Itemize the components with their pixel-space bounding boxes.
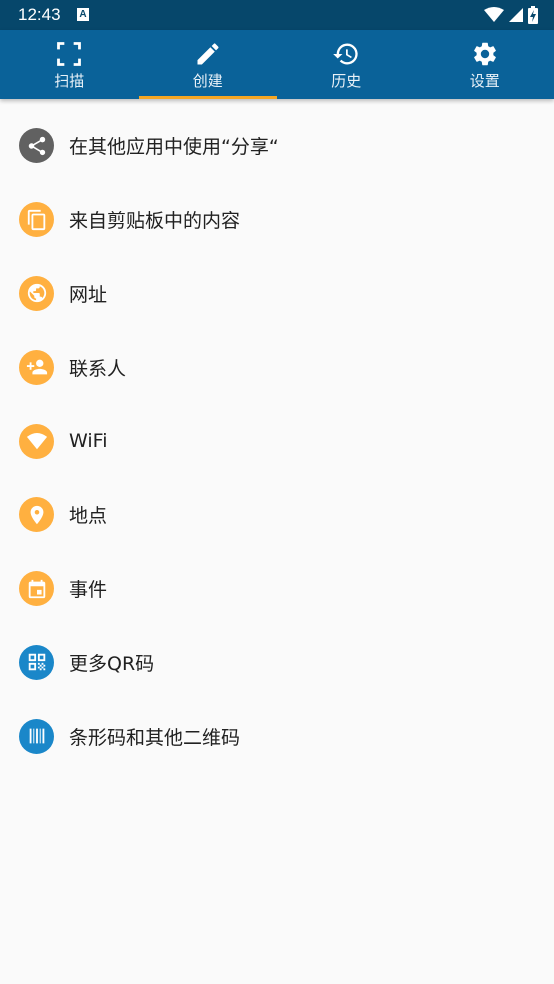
- history-icon: [333, 43, 358, 65]
- create-options-list: 在其他应用中使用“分享“ 来自剪贴板中的内容 网址 联系人 WiFi 地点 事件…: [0, 99, 554, 773]
- globe-icon: [19, 275, 54, 311]
- list-item-wifi[interactable]: WiFi: [0, 404, 554, 478]
- pencil-icon: [197, 43, 219, 65]
- list-item-barcode[interactable]: 条形码和其他二维码: [0, 699, 554, 773]
- tab-scan-label: 扫描: [54, 72, 85, 90]
- gear-icon: [473, 42, 496, 66]
- list-item-more-qr[interactable]: 更多QR码: [0, 626, 554, 700]
- wifi-icon: [19, 423, 54, 459]
- status-bar: 12:43 A: [0, 0, 554, 30]
- status-icons: [484, 6, 538, 24]
- tab-settings-label: 设置: [469, 72, 500, 90]
- list-item-contact[interactable]: 联系人: [0, 330, 554, 404]
- tab-create-label: 创建: [192, 72, 223, 90]
- wifi-signal-icon: [484, 7, 504, 22]
- list-item-label: 地点: [69, 505, 108, 528]
- scan-frame-icon: [57, 42, 82, 66]
- location-pin-icon: [19, 497, 54, 533]
- calendar-icon: [19, 571, 54, 607]
- list-item-share[interactable]: 在其他应用中使用“分享“: [0, 109, 554, 183]
- list-item-label: 网址: [69, 283, 108, 306]
- list-item-label: WiFi: [69, 430, 108, 453]
- share-icon: [19, 128, 54, 164]
- tab-scan[interactable]: 扫描: [0, 30, 139, 99]
- tab-settings[interactable]: 设置: [416, 30, 554, 99]
- tab-history[interactable]: 历史: [277, 30, 416, 99]
- list-item-label: 联系人: [69, 357, 127, 380]
- add-contact-icon: [19, 349, 54, 385]
- list-item-url[interactable]: 网址: [0, 257, 554, 331]
- cell-signal-icon: [509, 8, 523, 22]
- list-item-label: 在其他应用中使用“分享“: [69, 136, 279, 159]
- list-item-label: 更多QR码: [69, 652, 155, 675]
- list-item-location[interactable]: 地点: [0, 478, 554, 552]
- qr-code-icon: [19, 644, 54, 680]
- tab-create[interactable]: 创建: [138, 30, 277, 99]
- list-item-label: 事件: [69, 579, 108, 602]
- battery-icon: [528, 6, 538, 24]
- list-item-label: 条形码和其他二维码: [69, 726, 241, 749]
- tab-bar: 扫描 创建 历史 设置: [0, 30, 554, 99]
- clipboard-icon: [19, 202, 54, 238]
- tab-history-label: 历史: [331, 72, 362, 90]
- status-time: 12:43: [18, 5, 61, 24]
- list-item-clipboard[interactable]: 来自剪贴板中的内容: [0, 183, 554, 257]
- notification-a-icon: A: [77, 8, 89, 21]
- barcode-icon: [19, 718, 54, 754]
- list-item-label: 来自剪贴板中的内容: [69, 210, 241, 233]
- list-item-event[interactable]: 事件: [0, 552, 554, 626]
